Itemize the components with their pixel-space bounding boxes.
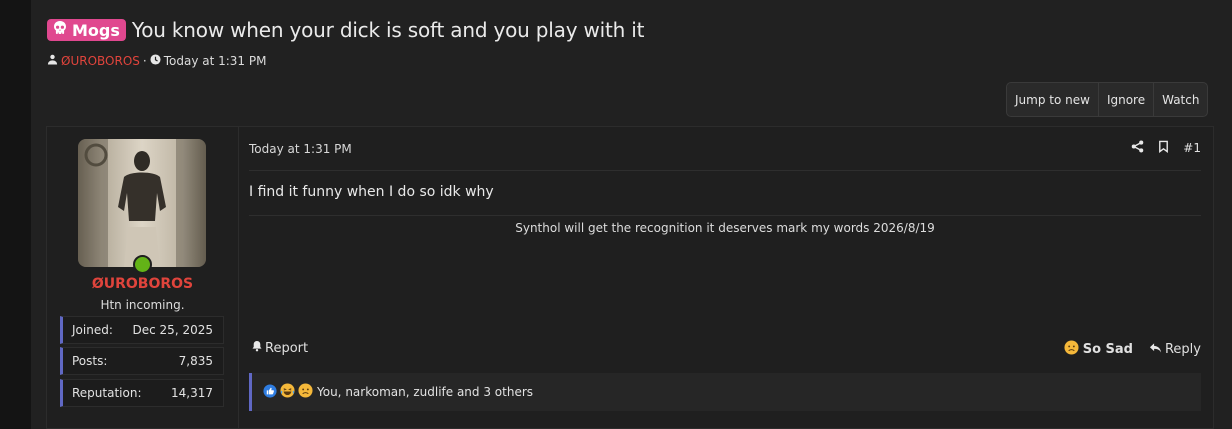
stat-reputation: Reputation: 14,317 (60, 379, 224, 407)
thread-author-link[interactable]: ØUROBOROS (61, 54, 140, 68)
avatar[interactable] (78, 139, 206, 267)
reply-label: Reply (1164, 342, 1201, 357)
post-number[interactable]: #1 (1183, 141, 1201, 155)
prefix-badge[interactable]: Mogs (47, 19, 126, 41)
stat-value: 14,317 (171, 386, 213, 400)
bell-icon (251, 340, 263, 356)
thread-time[interactable]: Today at 1:31 PM (164, 54, 267, 68)
stat-value: Dec 25, 2025 (132, 323, 213, 337)
post-actions: So Sad Reply (1064, 340, 1201, 359)
thread-title-text: You know when your dick is soft and you … (131, 18, 645, 42)
meta-separator: · (142, 54, 147, 68)
stat-joined: Joined: Dec 25, 2025 (60, 316, 224, 344)
share-icon[interactable] (1131, 140, 1144, 156)
left-gutter (0, 0, 31, 429)
post-tools: #1 (1131, 140, 1201, 156)
post-username[interactable]: ØUROBOROS (47, 276, 238, 292)
jump-to-new-button[interactable]: Jump to new (1007, 83, 1099, 116)
clock-icon (150, 54, 161, 68)
reply-arrow-icon (1149, 342, 1162, 358)
so-sad-label: So Sad (1082, 342, 1133, 357)
reaction-icons (263, 383, 313, 401)
reactions-bar[interactable]: You, narkoman, zudlife and 3 others (249, 373, 1201, 411)
reactions-summary: You, narkoman, zudlife and 3 others (317, 385, 534, 399)
reply-button[interactable]: Reply (1149, 342, 1201, 358)
post-message: I find it funny when I do so idk why (249, 184, 494, 200)
bookmark-icon[interactable] (1157, 140, 1170, 156)
stat-label: Posts: (72, 354, 108, 368)
user-title: Htn incoming. (100, 298, 185, 312)
thread-actions: Jump to new Ignore Watch (1006, 82, 1209, 117)
like-reaction-icon (263, 383, 277, 401)
signature-divider (249, 215, 1201, 216)
post-signature: Synthol will get the recognition it dese… (515, 221, 935, 235)
laugh-reaction-icon (280, 383, 295, 401)
post: ØUROBOROS Htn incoming. Joined: Dec 25, … (46, 126, 1214, 429)
ignore-button[interactable]: Ignore (1099, 83, 1155, 116)
prefix-label: Mogs (72, 20, 120, 40)
online-status-indicator (133, 255, 152, 274)
so-sad-reaction-button[interactable]: So Sad (1064, 340, 1133, 359)
report-link[interactable]: Report (251, 340, 308, 356)
watch-button[interactable]: Watch (1154, 83, 1207, 116)
sad-face-icon (1064, 340, 1079, 359)
stat-posts: Posts: 7,835 (60, 347, 224, 375)
post-content-column: Today at 1:31 PM #1 I find it funny when… (249, 127, 1201, 428)
sad-reaction-icon (298, 383, 313, 401)
report-label: Report (265, 340, 309, 356)
stat-value: 7,835 (178, 354, 213, 368)
stat-label: Reputation: (72, 386, 142, 400)
stat-label: Joined: (72, 323, 113, 337)
user-icon (47, 54, 58, 68)
post-date[interactable]: Today at 1:31 PM (249, 142, 352, 156)
divider (249, 170, 1201, 171)
skull-icon (52, 20, 68, 40)
thread-title: Mogs You know when your dick is soft and… (47, 18, 644, 42)
post-user-column: ØUROBOROS Htn incoming. Joined: Dec 25, … (47, 127, 239, 428)
thread-meta: ØUROBOROS · Today at 1:31 PM (47, 54, 266, 68)
